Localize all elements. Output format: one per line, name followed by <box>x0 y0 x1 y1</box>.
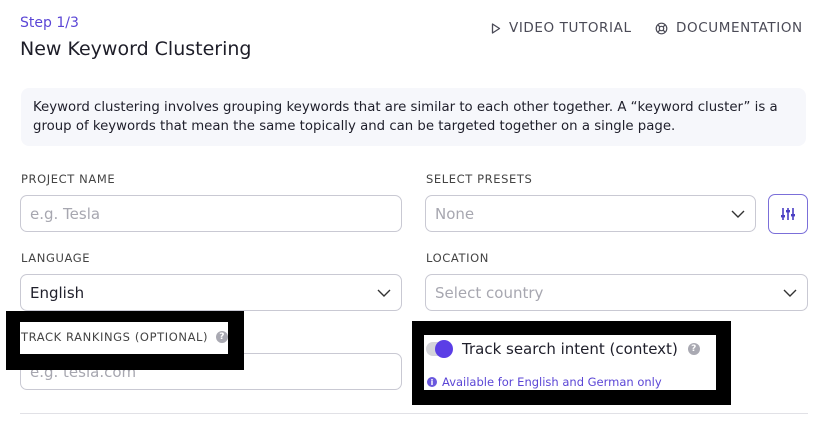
play-icon <box>491 22 501 34</box>
step-indicator: Step 1/3 <box>20 15 79 31</box>
search-intent-note: i Available for English and German only <box>427 375 662 389</box>
location-label: LOCATION <box>426 251 489 265</box>
video-tutorial-link[interactable]: VIDEO TUTORIAL <box>491 20 632 36</box>
project-name-label: PROJECT NAME <box>21 172 116 186</box>
divider <box>20 413 808 414</box>
lifebuoy-icon <box>655 22 668 34</box>
info-icon: i <box>427 377 437 387</box>
sliders-icon <box>781 208 795 220</box>
preset-settings-button[interactable] <box>768 194 808 234</box>
track-rankings-label: TRACK RANKINGS (OPTIONAL) ? <box>21 330 229 344</box>
search-intent-label: Track search intent (context) <box>462 340 678 358</box>
language-label: LANGUAGE <box>21 251 91 265</box>
track-rankings-label-text: TRACK RANKINGS (OPTIONAL) <box>21 330 209 344</box>
documentation-label: DOCUMENTATION <box>676 20 803 36</box>
help-icon[interactable]: ? <box>687 343 700 355</box>
location-placeholder: Select country <box>435 283 544 302</box>
chevron-down-icon <box>783 289 797 297</box>
chevron-down-icon <box>731 210 745 218</box>
location-select[interactable]: Select country <box>425 274 808 311</box>
language-selected-value: English <box>30 283 85 302</box>
documentation-link[interactable]: DOCUMENTATION <box>655 20 803 36</box>
presets-select[interactable]: None <box>425 195 756 232</box>
toggle-knob <box>435 340 453 358</box>
project-name-input[interactable] <box>20 195 402 232</box>
page-title: New Keyword Clustering <box>20 38 252 60</box>
help-icon[interactable]: ? <box>216 331 229 343</box>
search-intent-note-text: Available for English and German only <box>442 375 662 389</box>
select-presets-label: SELECT PRESETS <box>426 172 533 186</box>
chevron-down-icon <box>377 289 391 297</box>
presets-selected-value: None <box>435 204 475 223</box>
language-select[interactable]: English <box>20 274 402 311</box>
info-box: Keyword clustering involves grouping key… <box>21 88 806 146</box>
video-tutorial-label: VIDEO TUTORIAL <box>509 20 632 36</box>
search-intent-toggle[interactable] <box>426 340 453 358</box>
search-intent-row: Track search intent (context) ? <box>426 340 700 358</box>
